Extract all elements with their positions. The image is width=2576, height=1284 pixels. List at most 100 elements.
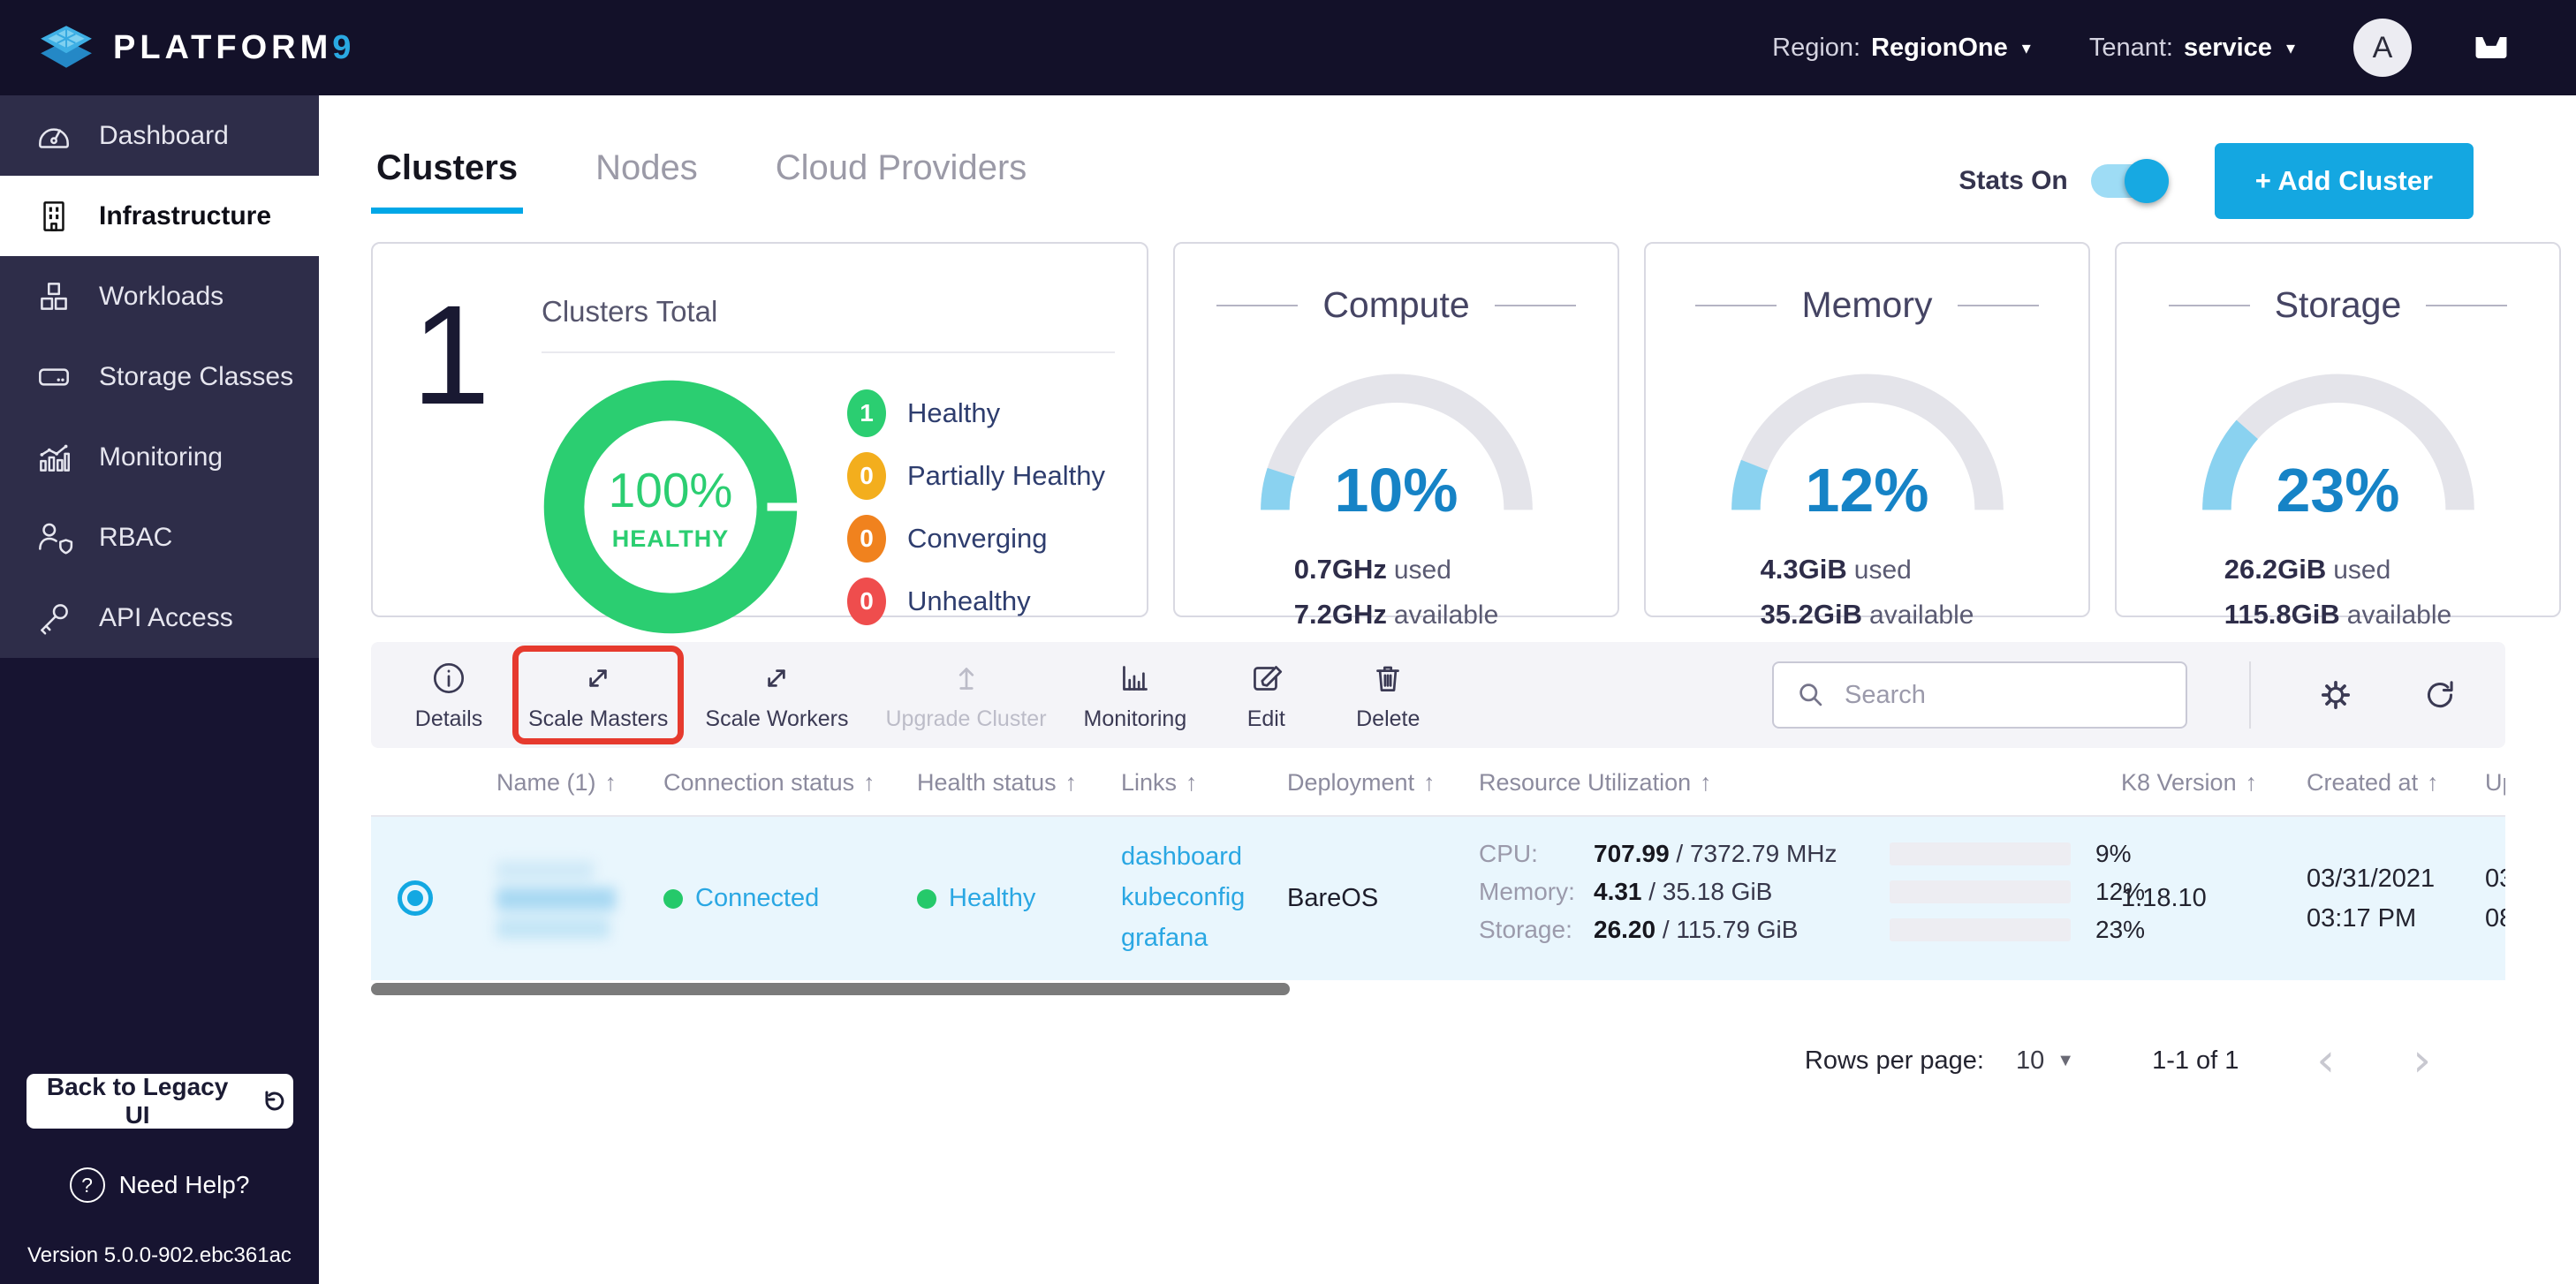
add-cluster-button[interactable]: + Add Cluster	[2215, 143, 2474, 219]
connection-status: Connected	[663, 884, 819, 913]
info-icon	[428, 658, 469, 699]
decor-line	[2426, 305, 2507, 306]
sidebar-item-label: API Access	[99, 603, 233, 633]
bar-chart-icon	[34, 437, 74, 478]
kubeconfig-link[interactable]: kubeconfig	[1121, 877, 1245, 918]
decor-line	[2169, 305, 2250, 306]
clusters-table: Name (1)↑ Connection status↑ Health stat…	[371, 753, 2505, 995]
cpu-bar	[1890, 842, 2071, 865]
scale-masters-button[interactable]: Scale Masters	[528, 658, 668, 732]
inbox-icon[interactable]	[2470, 26, 2512, 69]
upgrade-cluster-button[interactable]: Upgrade Cluster	[885, 658, 1046, 732]
sort-asc-icon[interactable]: ↑	[2246, 769, 2258, 797]
search-box[interactable]	[1772, 661, 2187, 729]
avatar[interactable]: A	[2353, 19, 2412, 77]
column-header-resource-utilization[interactable]: Resource Utilization↑	[1479, 769, 1712, 797]
tab-cloud-providers[interactable]: Cloud Providers	[770, 143, 1033, 208]
health-status: Healthy	[917, 884, 1035, 913]
sort-asc-icon[interactable]: ↑	[605, 769, 617, 797]
tab-nodes[interactable]: Nodes	[590, 143, 703, 208]
clipped-column-values: 03 08	[2485, 859, 2505, 939]
arrow-up-icon	[946, 658, 987, 699]
sort-asc-icon[interactable]: ↑	[1186, 769, 1198, 797]
monitoring-button[interactable]: Monitoring	[1084, 658, 1187, 732]
stats-toggle[interactable]: Stats On	[1959, 164, 2163, 198]
scale-diagonal-icon	[756, 658, 797, 699]
column-header-deployment[interactable]: Deployment↑	[1287, 769, 1436, 797]
key-icon	[34, 598, 74, 638]
chevron-right-icon[interactable]: ›	[2413, 1038, 2431, 1084]
sort-asc-icon[interactable]: ↑	[1423, 769, 1436, 797]
sidebar-item-dashboard[interactable]: Dashboard	[0, 95, 319, 176]
dashboard-link[interactable]: dashboard	[1121, 836, 1245, 877]
delete-button[interactable]: Delete	[1345, 658, 1430, 732]
sidebar-item-label: RBAC	[99, 523, 172, 553]
sort-asc-icon[interactable]: ↑	[1700, 769, 1712, 797]
healthy-badge: 1	[847, 389, 886, 437]
decor-line	[1958, 305, 2039, 306]
region-selector[interactable]: Region: RegionOne ▾	[1772, 34, 2031, 63]
question-icon: ?	[70, 1167, 105, 1203]
sort-asc-icon[interactable]: ↑	[1065, 769, 1078, 797]
toggle-track[interactable]	[2091, 164, 2163, 198]
sidebar-item-infrastructure[interactable]: Infrastructure	[0, 176, 319, 256]
sidebar-item-rbac[interactable]: RBAC	[0, 497, 319, 578]
memory-title: Memory	[1801, 284, 1932, 326]
brand-text: PLATFORM9	[113, 29, 355, 67]
legend-item-converging: 0 Converging	[847, 515, 1105, 563]
table-row[interactable]: Connected Healthy dashboard kubeconfig g…	[371, 817, 2505, 980]
legend-item-unhealthy: 0 Unhealthy	[847, 578, 1105, 625]
refresh-button[interactable]	[2406, 674, 2474, 716]
sidebar-item-workloads[interactable]: Workloads	[0, 256, 319, 336]
chevron-left-icon[interactable]: ‹	[2316, 1038, 2335, 1084]
sidebar-footer: Back to Legacy UI ? Need Help? Version 5…	[0, 658, 319, 1284]
resource-utilization: CPU: 707.99 / 7372.79 MHz 9% Memory: 4.3…	[1479, 840, 2150, 944]
need-help-label: Need Help?	[119, 1171, 250, 1199]
storage-drive-icon	[34, 357, 74, 397]
sidebar-item-api-access[interactable]: API Access	[0, 578, 319, 658]
column-header-created-at[interactable]: Created at↑	[2307, 769, 2439, 797]
compute-percent: 10%	[1251, 455, 1542, 525]
settings-button[interactable]	[2302, 674, 2369, 716]
avatar-initial: A	[2373, 31, 2393, 65]
edit-button[interactable]: Edit	[1224, 658, 1308, 732]
decor-line	[1216, 305, 1298, 306]
sidebar-item-storage-classes[interactable]: Storage Classes	[0, 336, 319, 417]
storage-title: Storage	[2275, 284, 2402, 326]
sort-asc-icon[interactable]: ↑	[863, 769, 875, 797]
compute-stats: 0.7GHzused 7.2GHzavailable	[1294, 554, 1499, 631]
search-input[interactable]	[1843, 680, 2166, 711]
need-help-link[interactable]: ? Need Help?	[70, 1167, 250, 1203]
compute-gauge-chart: 10%	[1251, 365, 1542, 517]
refresh-icon	[2419, 674, 2461, 716]
column-header-health-status[interactable]: Health status↑	[917, 769, 1077, 797]
column-header-name[interactable]: Name (1)↑	[496, 769, 617, 797]
sidebar-item-monitoring[interactable]: Monitoring	[0, 417, 319, 497]
tab-clusters[interactable]: Clusters	[371, 143, 523, 214]
converging-badge: 0	[847, 515, 886, 563]
scale-workers-button[interactable]: Scale Workers	[705, 658, 848, 732]
platform9-logo-icon	[37, 22, 95, 73]
sort-asc-icon[interactable]: ↑	[2427, 769, 2439, 797]
divider	[542, 351, 1115, 353]
column-header-connection-status[interactable]: Connection status↑	[663, 769, 875, 797]
pagination-range: 1-1 of 1	[2152, 1046, 2239, 1076]
column-header-clipped[interactable]: Up	[2485, 769, 2505, 797]
horizontal-scrollbar[interactable]	[371, 983, 1290, 995]
cluster-name-redacted	[496, 861, 616, 939]
grafana-link[interactable]: grafana	[1121, 918, 1245, 958]
toggle-knob[interactable]	[2125, 159, 2169, 203]
tenant-selector[interactable]: Tenant: service ▾	[2089, 34, 2295, 63]
back-to-legacy-button[interactable]: Back to Legacy UI	[27, 1074, 293, 1129]
storage-bar	[1890, 918, 2071, 941]
column-header-links[interactable]: Links↑	[1121, 769, 1198, 797]
column-header-k8-version[interactable]: K8 Version↑	[2121, 769, 2257, 797]
donut-label: HEALTHY	[612, 525, 730, 553]
row-radio[interactable]	[398, 880, 433, 916]
chart-icon	[1115, 658, 1155, 699]
rows-per-page-select[interactable]: 10 ▼	[2016, 1046, 2074, 1076]
k8-version: 1.18.10	[2121, 884, 2207, 913]
decor-line	[1695, 305, 1777, 306]
details-button[interactable]: Details	[406, 658, 491, 732]
storage-percent: 23%	[2193, 455, 2484, 525]
